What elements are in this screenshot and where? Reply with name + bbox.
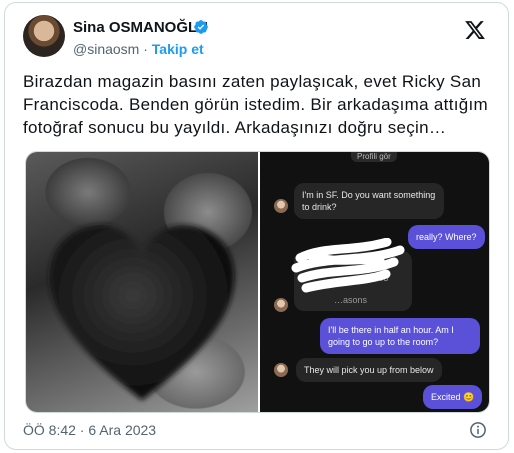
chat-avatar — [274, 298, 288, 312]
verified-badge-icon — [194, 20, 208, 34]
chat-message: I'm in SF. Do you want something to drin… — [294, 183, 444, 219]
tweet-media[interactable]: Profili gör I'm in SF. Do you want somet… — [25, 151, 490, 413]
tweet-card[interactable]: Sina OSMANOĞLU @sinaosm · Takip et Biraz… — [4, 2, 509, 450]
author-handle[interactable]: @sinaosm — [73, 41, 139, 57]
x-logo-icon[interactable] — [464, 19, 486, 41]
handle-row: @sinaosm · Takip et — [73, 41, 204, 57]
chat-message: really? Where? — [408, 225, 485, 249]
chat-screenshot[interactable]: Profili gör I'm in SF. Do you want somet… — [260, 152, 489, 412]
chat-message: They will pick you up from below — [296, 358, 442, 382]
chat-avatar — [274, 199, 288, 213]
info-icon[interactable] — [469, 421, 487, 439]
separator: · — [143, 41, 148, 57]
photo[interactable] — [26, 152, 258, 412]
tweet-timestamp[interactable]: ÖÖ 8:42 · 6 Ara 2023 — [23, 422, 156, 438]
chat-header: Profili gör — [351, 152, 397, 162]
author-name[interactable]: Sina OSMANOĞLU — [73, 19, 208, 36]
avatar[interactable] — [23, 15, 65, 57]
heart-overlay — [49, 225, 235, 401]
tweet-text: Birazdan magazin basını zaten paylaşıcak… — [23, 72, 488, 137]
chat-message: Excited 😊 — [423, 385, 483, 409]
chat-message: I'll be there in half an hour. Am I goin… — [320, 318, 480, 354]
chat-avatar — [274, 363, 288, 377]
redaction-scribble — [291, 238, 405, 293]
follow-button[interactable]: Takip et — [152, 41, 204, 57]
